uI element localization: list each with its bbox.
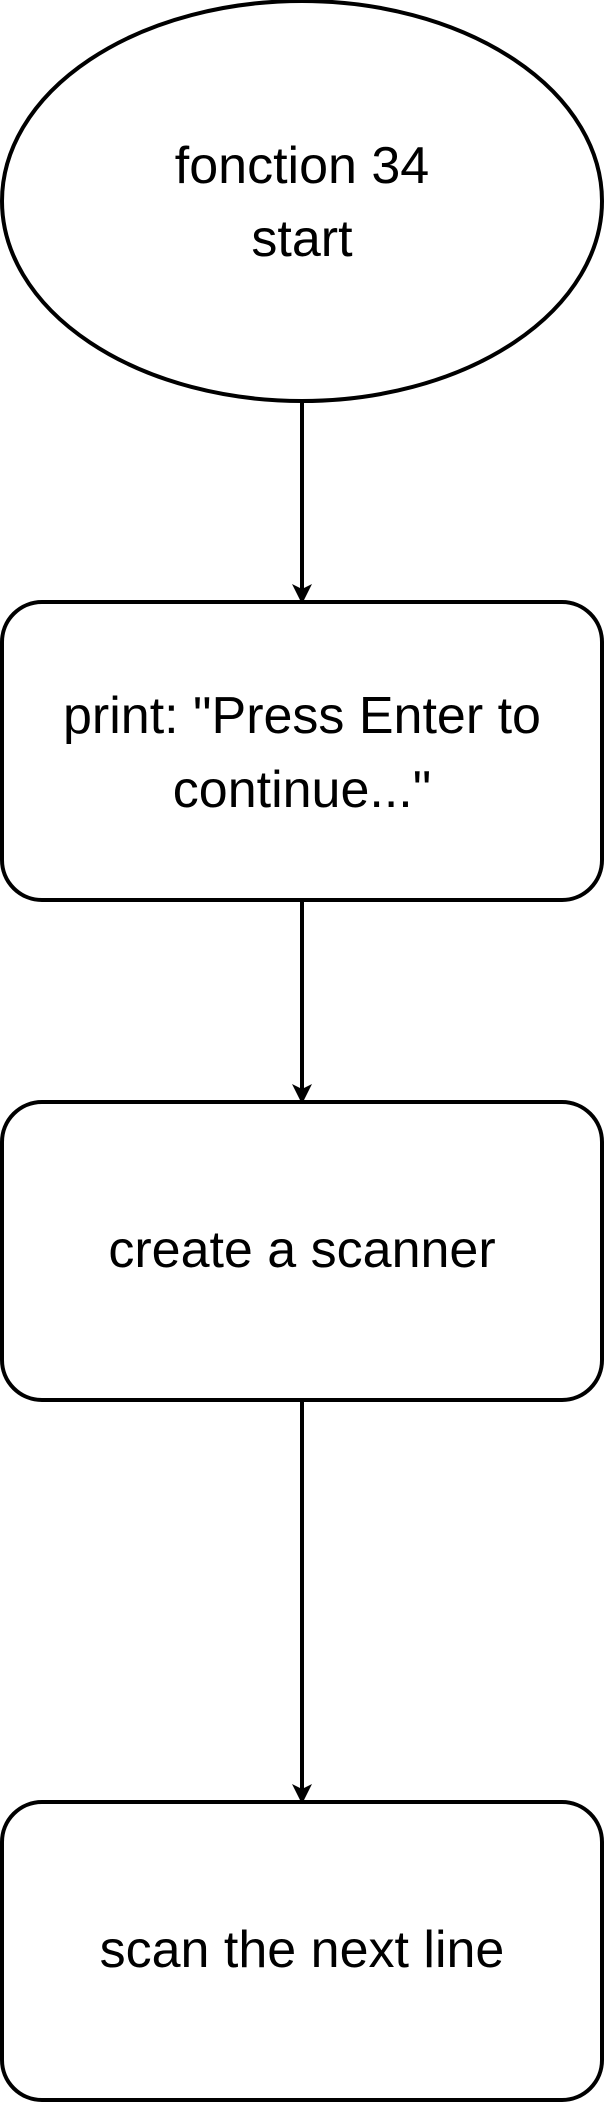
print-node-label-line-2: continue..." bbox=[173, 761, 431, 819]
create-scanner-node-label: create a scanner bbox=[108, 1221, 495, 1279]
start-node: fonction 34 start bbox=[0, 0, 604, 403]
create-scanner-node: create a scanner bbox=[0, 1100, 604, 1402]
start-node-label-line-1: fonction 34 bbox=[175, 137, 429, 195]
print-node: print: "Press Enter to continue..." bbox=[0, 600, 604, 902]
print-node-label-line-1: print: "Press Enter to bbox=[63, 687, 541, 745]
start-node-label-line-2: start bbox=[251, 210, 353, 268]
scan-next-line-node: scan the next line bbox=[0, 1800, 604, 2102]
scan-next-line-node-label: scan the next line bbox=[100, 1921, 505, 1979]
flowchart-diagram: fonction 34 start print: "Press Enter to… bbox=[0, 0, 604, 2102]
